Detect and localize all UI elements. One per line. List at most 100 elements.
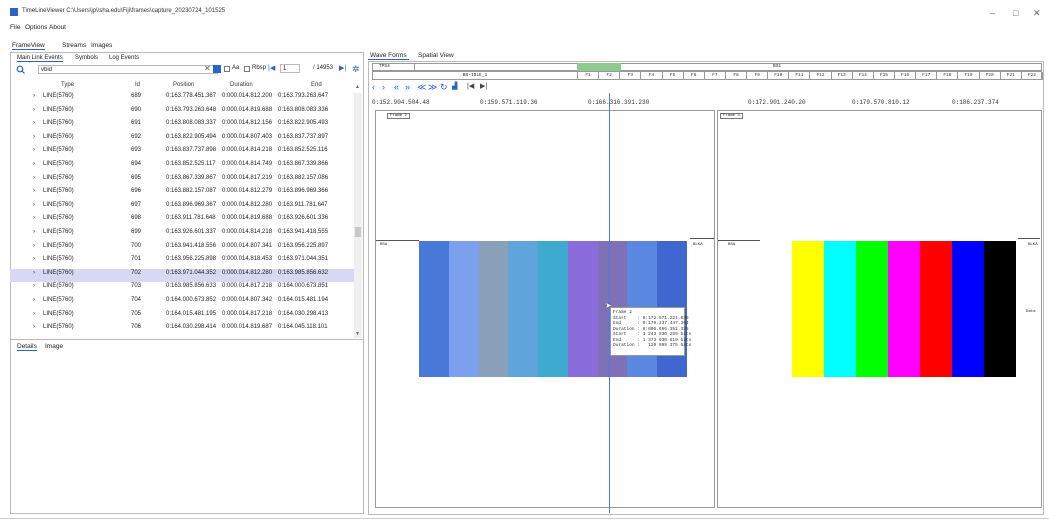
- menu-about[interactable]: About: [49, 24, 66, 31]
- fit-right-icon[interactable]: ≫: [428, 82, 437, 93]
- timeline-cell[interactable]: F13: [832, 72, 853, 80]
- first-icon[interactable]: |◀: [467, 82, 474, 90]
- tab-image[interactable]: Image: [45, 343, 63, 350]
- row-type: LINE(5760): [43, 256, 74, 263]
- tps4-label[interactable]: TPS4: [373, 64, 415, 70]
- row-type: LINE(5760): [43, 93, 74, 99]
- zoom-out-icon[interactable]: «: [394, 82, 399, 92]
- tab-spatial-view[interactable]: Spatial View: [418, 52, 454, 59]
- table-row[interactable]: › LINE(5760) 689 0:163.778.451.367 0:000.014…: [10, 92, 355, 105]
- bs1-label[interactable]: BS1: [773, 64, 781, 70]
- timeline-cell[interactable]: F17: [916, 72, 938, 80]
- refresh-icon[interactable]: ↻: [440, 82, 448, 93]
- menu-options[interactable]: Options: [25, 24, 47, 31]
- table-row[interactable]: › LINE(5760) 706 0:164.030.298.414 0:000.014…: [10, 323, 355, 336]
- table-row[interactable]: › LINE(5760) 694 0:163.852.525.117 0:000.014…: [10, 160, 355, 173]
- timeline-cell[interactable]: F1: [578, 72, 600, 80]
- page-input[interactable]: 1: [280, 64, 300, 73]
- table-row[interactable]: › LINE(5760) 703 0:163.985.856.633 0:000.014…: [10, 282, 355, 295]
- timeline-cell[interactable]: F8: [726, 72, 748, 80]
- col-duration[interactable]: Duration: [230, 82, 253, 88]
- table-row[interactable]: › LINE(5760) 695 0:163.867.339.867 0:000.014…: [10, 174, 355, 187]
- table-row[interactable]: › LINE(5760) 700 0:163.941.418.556 0:000.014…: [10, 242, 355, 255]
- tab-frameview[interactable]: FrameView: [12, 42, 45, 50]
- tab-wave-forms[interactable]: Wave Forms: [368, 52, 409, 60]
- menu-file[interactable]: File: [10, 24, 20, 31]
- timeline-cell[interactable]: F12: [811, 72, 832, 80]
- timeline-cell[interactable]: F15: [874, 72, 896, 80]
- table-row[interactable]: › LINE(5760) 702 0:163.971.044.352 0:000.014…: [10, 268, 355, 282]
- table-row[interactable]: › LINE(5760) 693 0:163.837.737.898 0:000.014…: [10, 146, 355, 159]
- last-page-icon[interactable]: ▶|: [339, 64, 346, 72]
- table-row[interactable]: › LINE(5760) 692 0:163.822.905.494 0:000.014…: [10, 133, 355, 146]
- next-icon[interactable]: ›: [382, 82, 385, 92]
- row-id: 689: [131, 93, 142, 99]
- scrollbar-thumb[interactable]: [355, 227, 361, 237]
- tab-log-events[interactable]: Log Events: [109, 55, 139, 61]
- col-id[interactable]: Id: [135, 82, 140, 88]
- col-end[interactable]: End: [311, 82, 322, 88]
- tab-details[interactable]: Details: [17, 343, 37, 351]
- timeline-cell[interactable]: F9: [747, 72, 769, 80]
- bs-idle-label[interactable]: BS-IDLE_1: [373, 72, 578, 80]
- timeline-cell[interactable]: F5: [663, 72, 684, 80]
- blka-marker: BLKA: [693, 243, 703, 247]
- timeline-cell[interactable]: F3: [620, 72, 642, 80]
- first-page-icon[interactable]: |◀: [268, 64, 275, 72]
- timeline-cell[interactable]: F11: [789, 72, 811, 80]
- maximize-button[interactable]: □: [1013, 8, 1018, 18]
- table-row[interactable]: › LINE(5760) 698 0:163.911.781.648 0:000.014…: [10, 214, 355, 227]
- tab-images[interactable]: Images: [91, 42, 112, 49]
- close-button[interactable]: ✕: [1033, 8, 1041, 19]
- gear-icon[interactable]: ✲: [352, 64, 360, 75]
- table-row[interactable]: › LINE(5760) 699 0:163.926.601.337 0:000.014…: [10, 228, 355, 241]
- tab-main-link-events[interactable]: Main Link Events: [17, 55, 63, 62]
- table-row[interactable]: › LINE(5760) 704 0:164.000.673.852 0:000.014…: [10, 296, 355, 309]
- timeline-cell[interactable]: F20: [980, 72, 1001, 80]
- ruler-label: 0:179.570.810.12: [852, 99, 910, 106]
- fit-left-icon[interactable]: ≪: [417, 82, 426, 93]
- timeline-cell[interactable]: F6: [684, 72, 705, 80]
- clear-search-icon[interactable]: ✕: [204, 64, 211, 73]
- zoom-in-icon[interactable]: »: [405, 82, 410, 92]
- tab-streams[interactable]: Streams: [62, 42, 86, 49]
- row-duration: 0:000.014.807.342: [222, 297, 273, 303]
- row-position: 0:164.000.673.852: [166, 297, 217, 303]
- timeline-cell[interactable]: F22: [1022, 72, 1043, 80]
- table-row[interactable]: › LINE(5760) 690 0:163.793.263.648 0:000.014…: [10, 106, 355, 119]
- search-input[interactable]: vbid: [38, 65, 218, 74]
- row-duration: 0:000.014.812.200: [222, 93, 273, 99]
- table-row[interactable]: › LINE(5760) 696 0:163.882.157.087 0:000.014…: [10, 187, 355, 200]
- table-row[interactable]: › LINE(5760) 705 0:164.015.481.195 0:000.014…: [10, 310, 355, 323]
- timeline-cell[interactable]: F16: [895, 72, 917, 80]
- timeline-cell[interactable]: F7: [705, 72, 726, 80]
- timeline-cell[interactable]: F4: [641, 72, 663, 80]
- table-row[interactable]: › LINE(5760) 691 0:163.808.083.337 0:000.014…: [10, 119, 355, 132]
- tab-symbols[interactable]: Symbols: [75, 55, 98, 61]
- frame-3-image[interactable]: [760, 241, 1016, 377]
- table-scrollbar[interactable]: [354, 93, 362, 338]
- timeline-cell[interactable]: F19: [958, 72, 980, 80]
- timeline-cell[interactable]: F18: [937, 72, 959, 80]
- col-type[interactable]: Type: [61, 82, 74, 88]
- row-id: 696: [131, 188, 142, 195]
- table-row[interactable]: › LINE(5760) 697 0:163.896.969.367 0:000.014…: [10, 201, 355, 214]
- timeline-cell[interactable]: F2: [599, 72, 621, 80]
- timeline-cell[interactable]: F10: [768, 72, 790, 80]
- aa-checkbox[interactable]: [224, 66, 230, 72]
- rbsp-checkbox[interactable]: [244, 66, 250, 72]
- timeline-cell[interactable]: F21: [1001, 72, 1022, 80]
- minimize-button[interactable]: –: [990, 8, 995, 18]
- color-bar: [508, 241, 539, 377]
- chart-icon[interactable]: ▟: [452, 82, 457, 90]
- timeline-cell[interactable]: F14: [853, 72, 874, 80]
- last-icon[interactable]: ▶|: [480, 82, 487, 90]
- search-options-icon[interactable]: [213, 65, 221, 73]
- row-duration: 0:000.014.817.218: [222, 310, 273, 317]
- scroll-down-icon[interactable]: ▼: [355, 331, 360, 337]
- scroll-up-icon[interactable]: ▲: [355, 84, 360, 90]
- table-row[interactable]: › LINE(5760) 701 0:163.956.225.898 0:000.014…: [10, 255, 355, 268]
- prev-icon[interactable]: ‹: [372, 82, 375, 92]
- expand-icon: ›: [33, 201, 35, 208]
- col-position[interactable]: Position: [173, 82, 194, 88]
